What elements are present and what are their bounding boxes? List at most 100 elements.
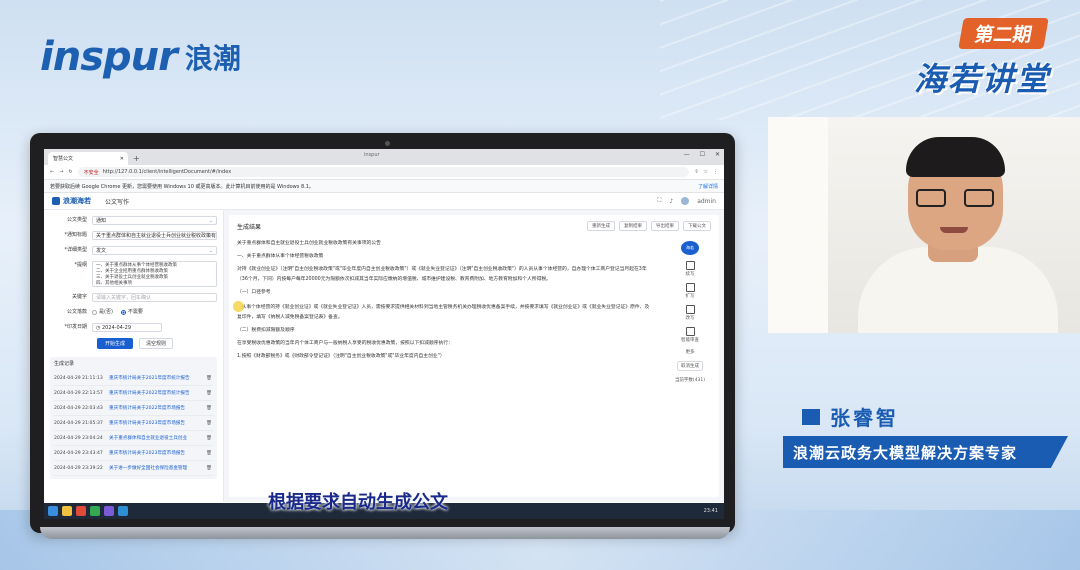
- screen: 智慧公文 ✕ + inspur — ☐ ✕ ← → ↻ 不安全 http://1…: [44, 149, 724, 519]
- close-window-icon[interactable]: ✕: [715, 151, 720, 158]
- start-icon[interactable]: [48, 506, 58, 516]
- tool-continue[interactable]: 续写: [685, 261, 695, 277]
- menu-icon[interactable]: ⋮: [713, 169, 718, 175]
- brand-logo: inspur 浪潮: [40, 34, 241, 80]
- app-logo: 浪潮海若: [52, 196, 91, 206]
- presenter-title: 浪潮云政务大模型解决方案专家: [783, 436, 1068, 468]
- insecure-label: 不安全: [83, 169, 99, 176]
- result-area: 生成结果 重新生成 复制结果 导出结果 下载公文 关于重点群体和自主就业退役士兵…: [224, 210, 724, 502]
- history-name[interactable]: 关于重点群体和自主就业退役士兵创业: [109, 435, 205, 441]
- browser-tab[interactable]: 智慧公文 ✕: [48, 152, 128, 165]
- browser-tabbar: 智慧公文 ✕ + inspur — ☐ ✕: [44, 149, 724, 165]
- forward-icon[interactable]: →: [59, 169, 63, 175]
- delete-icon[interactable]: 🗑: [205, 391, 213, 396]
- user-name[interactable]: admin: [697, 198, 716, 205]
- clear-button[interactable]: 清空规则: [139, 338, 174, 349]
- more-button[interactable]: 更多: [686, 349, 695, 355]
- app-icon[interactable]: [104, 506, 114, 516]
- robot-assistant-icon[interactable]: 海若: [681, 241, 699, 255]
- video-subtitle: 根据要求自动生成公文: [268, 492, 448, 513]
- cursor-highlight: [233, 301, 244, 312]
- history-name[interactable]: 重庆市统计局关于2021年度市统计报告: [109, 375, 205, 381]
- delete-icon[interactable]: 🗑: [205, 421, 213, 426]
- nav-item-writing[interactable]: 公文写作: [105, 197, 129, 206]
- tool-label: 改写: [685, 316, 695, 321]
- history-name[interactable]: 重庆市统计局关于2022年度市统计报告: [109, 390, 205, 396]
- history-item[interactable]: 2024-04-29 22:13:57 重庆市统计局关于2022年度市统计报告 🗑: [54, 386, 213, 401]
- export-button[interactable]: 导出结果: [651, 221, 679, 231]
- lecture-series-title: 海若讲堂: [913, 60, 1050, 98]
- delete-icon[interactable]: 🗑: [205, 466, 213, 471]
- date-picker[interactable]: ◷ 2024-04-29: [92, 323, 162, 332]
- delete-icon[interactable]: 🗑: [205, 406, 213, 411]
- history-name[interactable]: 重庆市统计局关于2022年度市场报告: [109, 405, 205, 411]
- bell-icon[interactable]: ♪: [669, 198, 673, 205]
- keyword-input[interactable]: 请输入关键字，回车确认: [92, 293, 217, 302]
- app-icon[interactable]: [76, 506, 86, 516]
- back-icon[interactable]: ←: [50, 169, 54, 175]
- infobar-text: 若要获取后续 Google Chrome 更新，您需要使用 Windows 10…: [50, 183, 314, 190]
- chrome-icon[interactable]: [90, 506, 100, 516]
- app-logo-icon: [52, 197, 60, 205]
- history-time: 2024-04-29 23:43:47: [54, 450, 103, 456]
- radio-no-label: 不需要: [127, 309, 143, 315]
- keyword-label: 关键字: [71, 294, 87, 300]
- history-name[interactable]: 重庆市统计局关于2023年度市场报告: [109, 450, 205, 456]
- delete-icon[interactable]: 🗑: [205, 451, 213, 456]
- tool-rewrite[interactable]: 改写: [685, 305, 695, 321]
- generated-document[interactable]: 关于重点群体和自主就业退役士兵创业就业税收政策有关事项的公告 一、关于重点群体从…: [233, 239, 652, 362]
- reload-icon[interactable]: ↻: [68, 169, 72, 175]
- history-item[interactable]: 2024-04-29 21:11:13 重庆市统计局关于2021年度市统计报告 🗑: [54, 371, 213, 386]
- result-heading: 生成结果: [237, 223, 262, 231]
- copy-button[interactable]: 复制结果: [619, 221, 647, 231]
- history-item[interactable]: 2024-04-29 23:04:24 关于重点群体和自主就业退役士兵创业 🗑: [54, 431, 213, 446]
- doc-paragraph: 在享受税收优惠政策的当年内个体工商户与一般纳税人享受的税收优惠政策，按照以下扣减…: [237, 341, 453, 346]
- address-bar[interactable]: 不安全 http://127.0.0.1/client/intelligentD…: [77, 167, 690, 177]
- regenerate-button[interactable]: 重新生成: [587, 221, 615, 231]
- tool-expand[interactable]: 扩写: [685, 283, 695, 299]
- minimize-icon[interactable]: —: [684, 151, 690, 158]
- taskbar-clock: 23:41: [703, 508, 718, 514]
- history-item[interactable]: 2024-04-29 23:43:47 重庆市统计局关于2023年度市场报告 🗑: [54, 446, 213, 461]
- outline-textarea[interactable]: 一、关于重点群体从事个体经营税收政策 二、关于企业招用重点群体税收政策 三、关于…: [92, 261, 217, 287]
- share-icon[interactable]: ⇪: [694, 169, 698, 175]
- ai-toolbox: 海若 续写 扩写 改写 智能审查 更多 取消生成 当前字数(431): [669, 241, 711, 383]
- history-item[interactable]: 2024-04-29 21:05:37 重庆市统计局关于2023年度市场报告 🗑: [54, 416, 213, 431]
- cancel-generate-button[interactable]: 取消生成: [677, 361, 703, 371]
- specific-type-label: *详细类型: [64, 247, 87, 253]
- delete-icon[interactable]: 🗑: [205, 376, 213, 381]
- form-panel: 公文类型 通知 *通知标题 关于重点群体和自主就业退役士兵创业就业税收政策有关事…: [44, 210, 224, 502]
- title-input[interactable]: 关于重点群体和自主就业退役士兵创业就业税收政策有关事项的通知: [92, 231, 217, 240]
- app-icon[interactable]: [118, 506, 128, 516]
- star-icon[interactable]: ☆: [704, 169, 708, 175]
- new-tab-icon[interactable]: +: [128, 152, 145, 165]
- name-marker: [802, 408, 820, 425]
- close-tab-icon[interactable]: ✕: [120, 156, 124, 162]
- delete-icon[interactable]: 🗑: [205, 436, 213, 441]
- chrome-update-infobar: 若要获取后续 Google Chrome 更新，您需要使用 Windows 10…: [44, 180, 724, 193]
- presenter-mouth: [940, 227, 968, 233]
- maximize-icon[interactable]: ☐: [700, 151, 705, 158]
- folder-icon[interactable]: [62, 506, 72, 516]
- expand-icon: [685, 283, 695, 292]
- tool-review[interactable]: 智能审查: [681, 327, 699, 343]
- radio-yes-label: 是(否): [99, 309, 113, 315]
- tool-label: 智能审查: [681, 338, 699, 343]
- history-item[interactable]: 2024-04-29 22:03:43 重庆市统计局关于2022年度市场报告 🗑: [54, 401, 213, 416]
- radio-checked-icon: [120, 310, 126, 315]
- download-button[interactable]: 下载公文: [683, 221, 711, 231]
- title-label: *通知标题: [64, 232, 87, 238]
- stamp-radio-no[interactable]: 不需要: [120, 308, 143, 317]
- fullscreen-icon[interactable]: ⛶: [657, 197, 661, 205]
- infobar-learn-more[interactable]: 了解详情: [698, 183, 718, 190]
- history-item[interactable]: 2024-04-29 23:39:22 关于进一步做好全国社会保险基金管理 🗑: [54, 461, 213, 476]
- stamp-radio-yes[interactable]: 是(否): [92, 308, 113, 317]
- specific-type-select[interactable]: 发文: [92, 246, 217, 255]
- doc-paragraph-text: 从事个体经营的持《就业创业证》或《就业失业登记证》人员，需按要求提供相关材料到当…: [237, 305, 650, 320]
- presenter-background: [768, 117, 828, 333]
- history-name[interactable]: 关于进一步做好全国社会保险基金管理: [109, 465, 205, 471]
- doc-type-select[interactable]: 通知: [92, 216, 217, 225]
- avatar[interactable]: [681, 197, 690, 205]
- generate-button[interactable]: 开始生成: [97, 338, 134, 349]
- history-name[interactable]: 重庆市统计局关于2023年度市场报告: [109, 420, 205, 426]
